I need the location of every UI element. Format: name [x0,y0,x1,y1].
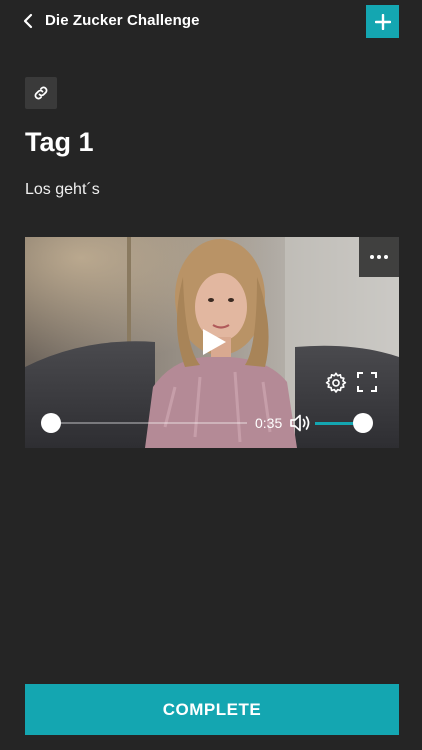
lesson-subtitle: Los geht´s [25,181,100,198]
current-time: 0:35 [255,415,283,431]
back-button[interactable] [18,11,38,31]
video-player[interactable]: 0:35 [25,237,399,448]
more-options-button[interactable] [359,237,399,277]
fullscreen-icon[interactable] [357,372,377,392]
page-title: Tag 1 [25,127,94,157]
more-horizontal-icon [370,255,388,259]
copy-link-button[interactable] [25,77,57,109]
volume-handle[interactable] [353,413,373,433]
seek-handle[interactable] [41,413,61,433]
complete-button[interactable]: COMPLETE [25,684,399,735]
settings-icon[interactable] [325,371,347,393]
link-icon [34,86,48,100]
header-title: Die Zucker Challenge [45,12,200,29]
add-button[interactable] [366,5,399,38]
chevron-left-icon [23,13,33,29]
play-icon[interactable] [200,327,228,357]
volume-icon[interactable] [290,413,312,433]
seek-bar[interactable] [51,422,247,424]
plus-icon [374,13,391,30]
top-bar: Die Zucker Challenge [0,0,422,44]
